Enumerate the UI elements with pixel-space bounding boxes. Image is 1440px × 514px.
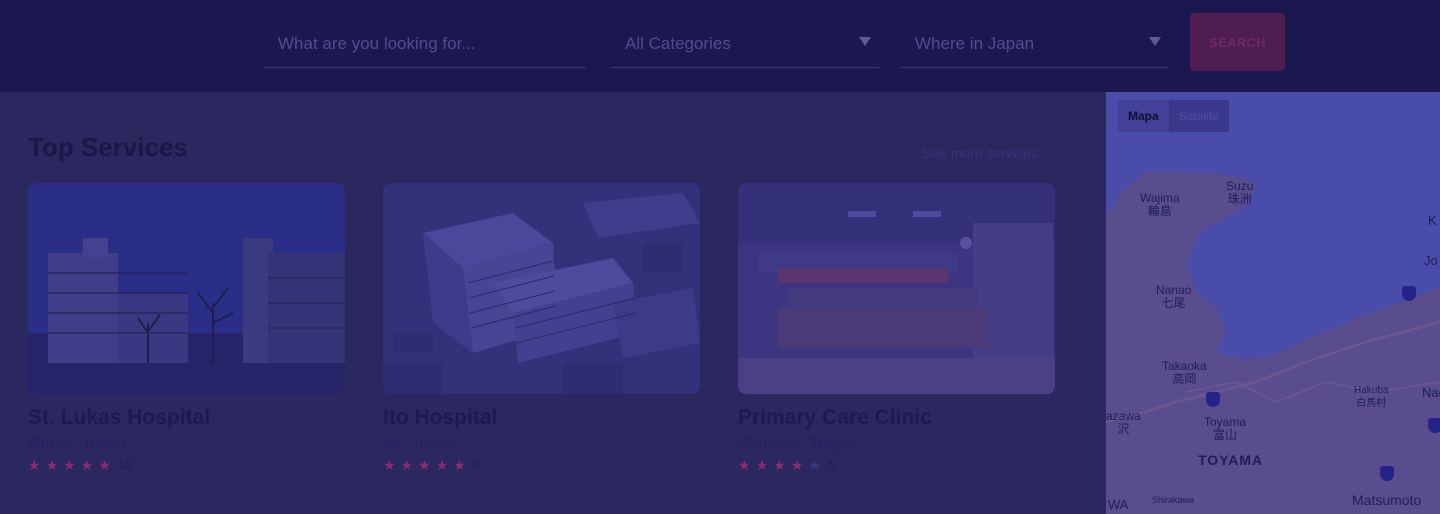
map-label-nanao: Nanao 七尾 <box>1156 283 1192 310</box>
star-icon: ★ <box>418 456 431 473</box>
chevron-down-icon <box>1149 37 1161 46</box>
service-name[interactable]: St. Lukas Hospital <box>28 406 210 430</box>
services-section: Top Services See more services... St. Lu… <box>0 92 1106 514</box>
star-icon: ★ <box>80 456 94 473</box>
service-name[interactable]: Primary Care Clinic <box>738 406 932 430</box>
star-icon: ★ <box>755 456 769 473</box>
chevron-down-icon <box>859 37 871 46</box>
review-count: 10 <box>117 457 133 472</box>
star-icon: ★ <box>400 456 414 473</box>
rating: ★ ★ ★ ★ ★ 5 <box>738 457 835 472</box>
map-label-suzu: Suzu 珠洲 <box>1226 179 1254 206</box>
location-value: Where in Japan <box>915 34 1035 53</box>
map-label-kanazawa: azawa 沢 <box>1106 409 1141 436</box>
star-icon: ★ <box>45 456 59 473</box>
star-empty-icon: ★ <box>808 456 821 473</box>
see-more-link[interactable]: See more services... <box>922 145 1050 161</box>
category-select[interactable]: All Categories <box>611 22 879 68</box>
review-count: 8 <box>472 457 481 472</box>
search-button[interactable]: SEARCH <box>1190 13 1285 71</box>
star-icon: ★ <box>383 456 396 473</box>
map-label-matsumoto: Matsumoto <box>1352 492 1422 508</box>
star-icon: ★ <box>773 456 786 473</box>
tab-map[interactable]: Mapa <box>1118 100 1169 132</box>
map-label-wa: WA <box>1108 497 1129 512</box>
service-card[interactable]: Primary Care Clinic Shibuya, Tokyo ★ ★ ★… <box>738 183 1055 472</box>
star-icon: ★ <box>63 456 76 473</box>
map-label-toyama: Toyama 富山 <box>1204 415 1247 442</box>
star-icon: ★ <box>28 456 41 473</box>
service-name[interactable]: Ito Hospital <box>383 406 497 430</box>
map-label-toyama-pref: TOYAMA <box>1198 452 1264 468</box>
star-icon: ★ <box>738 456 751 473</box>
rating: ★ ★ ★ ★ ★ 8 <box>383 457 480 472</box>
tab-satellite[interactable]: Satelite <box>1169 100 1229 132</box>
search-placeholder: What are you looking for... <box>278 34 476 53</box>
map-type-tabs: Mapa Satelite <box>1118 100 1229 132</box>
route-shield-icon <box>1428 418 1440 433</box>
search-header: What are you looking for... All Categori… <box>0 0 1440 92</box>
map-label-shirakawa: Shirakawa <box>1152 495 1195 505</box>
star-icon: ★ <box>98 456 111 473</box>
service-image[interactable] <box>738 183 1055 394</box>
map-label-jo: Jo <box>1424 253 1438 268</box>
service-location: Ito, Tokyo <box>383 434 456 453</box>
search-input[interactable]: What are you looking for... <box>264 22 586 68</box>
service-image[interactable] <box>383 183 700 394</box>
rating: ★ ★ ★ ★ ★ 10 <box>28 457 132 472</box>
service-location: Ginza, Tokyo <box>28 434 126 453</box>
star-icon: ★ <box>435 456 449 473</box>
route-shield-icon <box>1402 286 1416 301</box>
map-label-wajima: Wajima 輪島 <box>1140 191 1180 218</box>
service-image[interactable] <box>28 183 345 394</box>
review-count: 5 <box>827 457 836 472</box>
location-select[interactable]: Where in Japan <box>901 22 1169 68</box>
service-card[interactable]: St. Lukas Hospital Ginza, Tokyo ★ ★ ★ ★ … <box>28 183 345 472</box>
map-label-nag: Nag <box>1422 385 1440 400</box>
service-card[interactable]: Ito Hospital Ito, Tokyo ★ ★ ★ ★ ★ 8 <box>383 183 700 472</box>
map-label-k: K <box>1428 213 1437 228</box>
map-label-takaoka: Takaoka 高岡 <box>1162 359 1207 386</box>
star-icon: ★ <box>790 456 804 473</box>
map-label-hakuba: Hakuba 白馬村 <box>1354 385 1389 409</box>
service-location: Shibuya, Tokyo <box>738 434 853 453</box>
route-shield-icon <box>1380 466 1394 481</box>
route-shield-icon <box>1206 392 1220 407</box>
category-value: All Categories <box>625 34 731 53</box>
star-icon: ★ <box>453 456 466 473</box>
map-panel[interactable]: Mapa Satelite Wajima 輪島 Suzu 珠洲 Nanao 七尾 Ta… <box>1106 92 1440 514</box>
section-title: Top Services <box>28 132 188 162</box>
